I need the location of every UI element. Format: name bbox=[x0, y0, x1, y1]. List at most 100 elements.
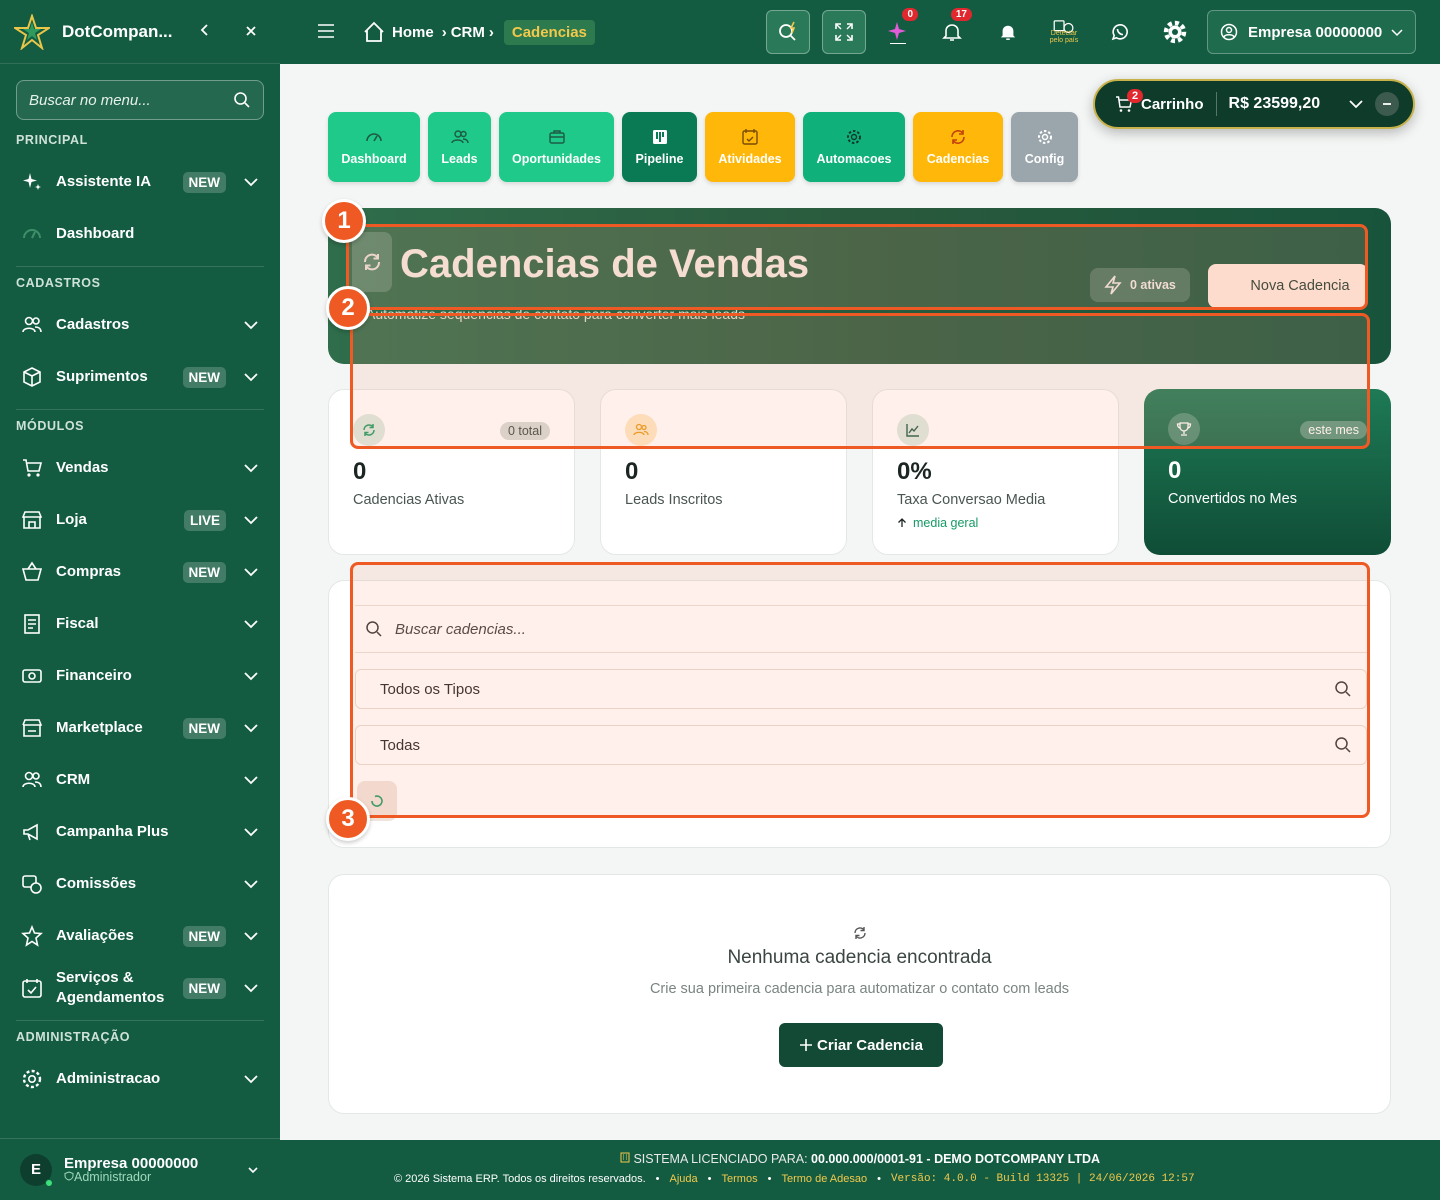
sidebar-item-vendas[interactable]: Vendas bbox=[0, 442, 280, 494]
quick-search-button[interactable] bbox=[766, 10, 810, 54]
total-badge: 0 total bbox=[499, 422, 550, 440]
sidebar-item-assistente[interactable]: Assistente IA NEW bbox=[0, 156, 280, 208]
tab-automacoes[interactable]: Automacoes bbox=[803, 112, 905, 182]
status-filter-select[interactable]: Todas bbox=[355, 725, 1367, 765]
refresh-icon bbox=[353, 414, 385, 446]
tab-label: Config bbox=[1024, 152, 1065, 166]
cadence-search-input[interactable] bbox=[395, 620, 1367, 638]
stat-note: media geral bbox=[897, 516, 1094, 530]
tab-cadencias[interactable]: Cadencias bbox=[913, 112, 1003, 182]
sidebar-item-administracao[interactable]: Administracao bbox=[0, 1053, 280, 1105]
gauge-icon bbox=[366, 133, 382, 142]
sidebar-item-comissoes[interactable]: Comissões bbox=[0, 858, 280, 910]
detect-label: pelo país bbox=[1049, 37, 1079, 44]
search-bolt-icon bbox=[779, 21, 796, 41]
stat-label: Leads Inscritos bbox=[625, 492, 723, 508]
cart-widget[interactable]: 2 Carrinho R$ 23599,20 bbox=[1093, 79, 1415, 129]
sidebar-item-cadastros[interactable]: Cadastros bbox=[0, 299, 280, 351]
avatar: E bbox=[20, 1153, 53, 1187]
sidebar-item-label: Serviços & bbox=[56, 969, 134, 986]
sidebar-item-crm[interactable]: CRM bbox=[0, 754, 280, 806]
tab-config[interactable]: Config bbox=[1011, 112, 1078, 182]
filters-panel: Todos os Tipos Todas bbox=[328, 580, 1391, 848]
sidebar-item-label: Loja bbox=[56, 511, 87, 528]
notifications-button[interactable]: 17 bbox=[940, 8, 972, 44]
breadcrumb-home[interactable]: Home bbox=[392, 24, 434, 41]
fullscreen-button[interactable] bbox=[822, 10, 866, 54]
megaphone-icon bbox=[20, 820, 44, 844]
tab-oportunidades[interactable]: Oportunidades bbox=[499, 112, 614, 182]
users-icon bbox=[20, 313, 44, 337]
new-badge: NEW bbox=[182, 561, 226, 583]
refresh-icon bbox=[371, 795, 383, 807]
create-cadence-button[interactable]: Criar Cadencia bbox=[779, 1023, 943, 1067]
money-icon bbox=[20, 664, 44, 688]
tab-pipeline[interactable]: Pipeline bbox=[622, 112, 697, 182]
menu-search bbox=[16, 80, 264, 120]
link-termos[interactable]: Termos bbox=[722, 1173, 758, 1185]
new-cadence-button[interactable]: Nova Cadencia bbox=[1208, 264, 1368, 308]
menu-toggle-button[interactable] bbox=[318, 21, 340, 44]
chevron-down-icon bbox=[1391, 29, 1403, 37]
section-modulos: MÓDULOS bbox=[16, 419, 85, 433]
search-icon bbox=[234, 92, 250, 108]
hamburger-icon bbox=[318, 23, 334, 38]
menu-search-input[interactable] bbox=[29, 91, 233, 109]
new-badge: NEW bbox=[182, 171, 226, 193]
sidebar-item-label: Fiscal bbox=[56, 615, 99, 632]
sidebar-item-fiscal[interactable]: Fiscal bbox=[0, 598, 280, 650]
sidebar-item-servicos[interactable]: Serviços & Agendamentos NEW bbox=[0, 962, 280, 1014]
breadcrumb-crm[interactable]: CRM bbox=[451, 24, 485, 41]
chevron-down-icon bbox=[244, 178, 258, 187]
sidebar-item-marketplace[interactable]: Marketplace NEW bbox=[0, 702, 280, 754]
logo-star-icon bbox=[14, 13, 50, 50]
minimize-cart-button[interactable] bbox=[1375, 92, 1399, 116]
ai-count-badge: 0 bbox=[902, 8, 918, 21]
stat-label: Convertidos no Mes bbox=[1168, 491, 1297, 507]
link-termo-adesao[interactable]: Termo de Adesao bbox=[781, 1173, 867, 1185]
sparkles-icon bbox=[888, 22, 906, 44]
chevron-down-icon bbox=[244, 464, 258, 473]
gauge-icon bbox=[20, 222, 44, 246]
tab-label: Cadencias bbox=[926, 152, 990, 166]
tab-atividades[interactable]: Atividades bbox=[705, 112, 795, 182]
annotation-marker-2: 2 bbox=[326, 286, 370, 330]
tab-dashboard[interactable]: Dashboard bbox=[328, 112, 420, 182]
collapse-sidebar-button[interactable] bbox=[190, 21, 220, 42]
whatsapp-button[interactable] bbox=[1108, 20, 1132, 44]
sidebar-item-campanha[interactable]: Campanha Plus bbox=[0, 806, 280, 858]
breadcrumb: Home › CRM › Cadencias bbox=[362, 19, 595, 45]
chevron-down-icon[interactable] bbox=[1349, 97, 1363, 111]
chevron-down-icon bbox=[244, 880, 258, 889]
user-profile[interactable]: E Empresa 00000000 Administrador bbox=[0, 1138, 280, 1200]
type-filter-select[interactable]: Todos os Tipos bbox=[355, 669, 1367, 709]
detect-country-button[interactable]: Detectar pelo país bbox=[1044, 20, 1084, 44]
sidebar-item-loja[interactable]: Loja LIVE bbox=[0, 494, 280, 546]
search-icon bbox=[366, 621, 382, 637]
tab-leads[interactable]: Leads bbox=[428, 112, 491, 182]
close-sidebar-button[interactable] bbox=[236, 21, 266, 42]
sidebar-item-financeiro[interactable]: Financeiro bbox=[0, 650, 280, 702]
users-icon bbox=[20, 768, 44, 792]
chevron-left-icon bbox=[200, 24, 208, 36]
stat-label: Cadencias Ativas bbox=[353, 492, 465, 508]
stat-value: 0 bbox=[353, 458, 367, 485]
sidebar-item-label: Avaliações bbox=[56, 927, 134, 944]
new-badge: NEW bbox=[182, 977, 226, 999]
settings-button[interactable] bbox=[1160, 17, 1190, 47]
sidebar-item-avaliacoes[interactable]: Avaliações NEW bbox=[0, 910, 280, 962]
ai-assistant-button[interactable]: 0 bbox=[886, 8, 918, 44]
refresh-icon bbox=[352, 232, 392, 292]
sidebar-item-dashboard[interactable]: Dashboard bbox=[0, 208, 280, 260]
link-ajuda[interactable]: Ajuda bbox=[670, 1173, 698, 1185]
company-selector[interactable]: Empresa 00000000 bbox=[1207, 10, 1416, 54]
coins-icon bbox=[20, 872, 44, 896]
alerts-button[interactable] bbox=[996, 20, 1020, 44]
gear-icon bbox=[1037, 130, 1052, 144]
stat-value: 0 bbox=[1168, 457, 1182, 484]
cart-label: Carrinho bbox=[1141, 95, 1204, 113]
sidebar-item-suprimentos[interactable]: Suprimentos NEW bbox=[0, 351, 280, 403]
sidebar-item-compras[interactable]: Compras NEW bbox=[0, 546, 280, 598]
whatsapp-icon bbox=[1111, 24, 1128, 41]
chevron-down-icon bbox=[244, 373, 258, 382]
